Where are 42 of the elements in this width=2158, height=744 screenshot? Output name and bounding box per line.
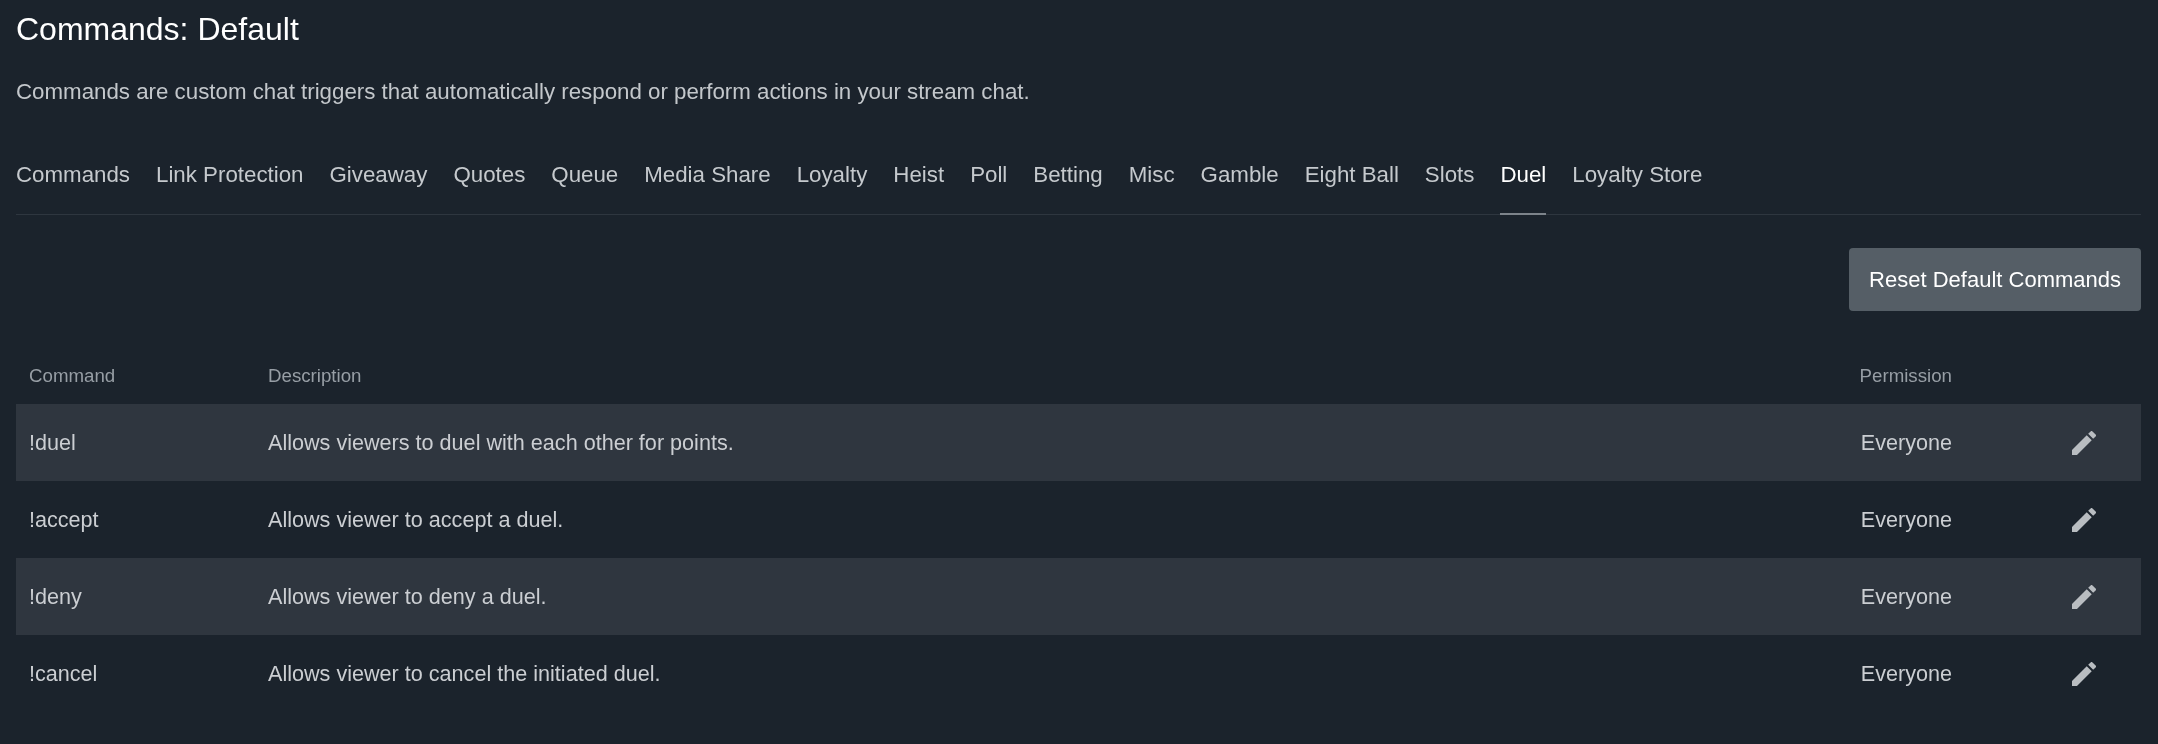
pencil-icon bbox=[2072, 584, 2096, 609]
page-title: Commands: Default bbox=[16, 10, 299, 48]
command-cell: !cancel bbox=[29, 660, 98, 686]
tab[interactable]: Poll bbox=[970, 161, 1008, 215]
description-cell: Allows viewer to accept a duel. bbox=[268, 506, 564, 532]
reset-default-commands-button[interactable]: Reset Default Commands bbox=[1849, 248, 2141, 311]
permission-cell: Everyone bbox=[1860, 506, 1952, 532]
tab[interactable]: Duel bbox=[1500, 161, 1547, 215]
edit-button[interactable] bbox=[2072, 661, 2096, 686]
command-cell: !duel bbox=[29, 429, 76, 455]
pencil-icon bbox=[2072, 430, 2096, 455]
tab[interactable]: Link Protection bbox=[156, 161, 304, 215]
tab[interactable]: Giveaway bbox=[329, 161, 428, 215]
pencil-icon bbox=[2072, 507, 2096, 532]
column-header: Description bbox=[268, 365, 362, 386]
edit-button[interactable] bbox=[2072, 584, 2096, 609]
column-header: Permission bbox=[1859, 365, 1952, 386]
tab[interactable]: Queue bbox=[551, 161, 619, 215]
permission-cell: Everyone bbox=[1860, 429, 1952, 455]
permission-cell: Everyone bbox=[1860, 583, 1952, 609]
edit-button[interactable] bbox=[2072, 507, 2096, 532]
tab[interactable]: Loyalty bbox=[796, 161, 868, 215]
edit-button[interactable] bbox=[2072, 430, 2096, 455]
column-header: Command bbox=[29, 365, 116, 386]
page-description: Commands are custom chat triggers that automatically respond or perform actions in your stream chat. bbox=[16, 78, 1030, 106]
tab[interactable]: Misc bbox=[1128, 161, 1175, 215]
tab[interactable]: Eight Ball bbox=[1304, 161, 1399, 215]
tab[interactable]: Gamble bbox=[1200, 161, 1279, 215]
description-cell: Allows viewer to deny a duel. bbox=[268, 583, 547, 609]
pencil-icon bbox=[2072, 661, 2096, 686]
command-cell: !accept bbox=[29, 506, 99, 532]
tab[interactable]: Heist bbox=[893, 161, 945, 215]
tab[interactable]: Betting bbox=[1033, 161, 1103, 215]
tab[interactable]: Quotes bbox=[453, 161, 526, 215]
tab[interactable]: Commands bbox=[16, 161, 130, 215]
tab[interactable]: Loyalty Store bbox=[1572, 161, 1703, 215]
description-cell: Allows viewers to duel with each other for points. bbox=[268, 429, 734, 455]
tab[interactable]: Slots bbox=[1424, 161, 1475, 215]
tab[interactable]: Media Share bbox=[644, 161, 771, 215]
command-cell: !deny bbox=[29, 583, 82, 609]
description-cell: Allows viewer to cancel the initiated duel. bbox=[268, 660, 661, 686]
permission-cell: Everyone bbox=[1860, 660, 1952, 686]
